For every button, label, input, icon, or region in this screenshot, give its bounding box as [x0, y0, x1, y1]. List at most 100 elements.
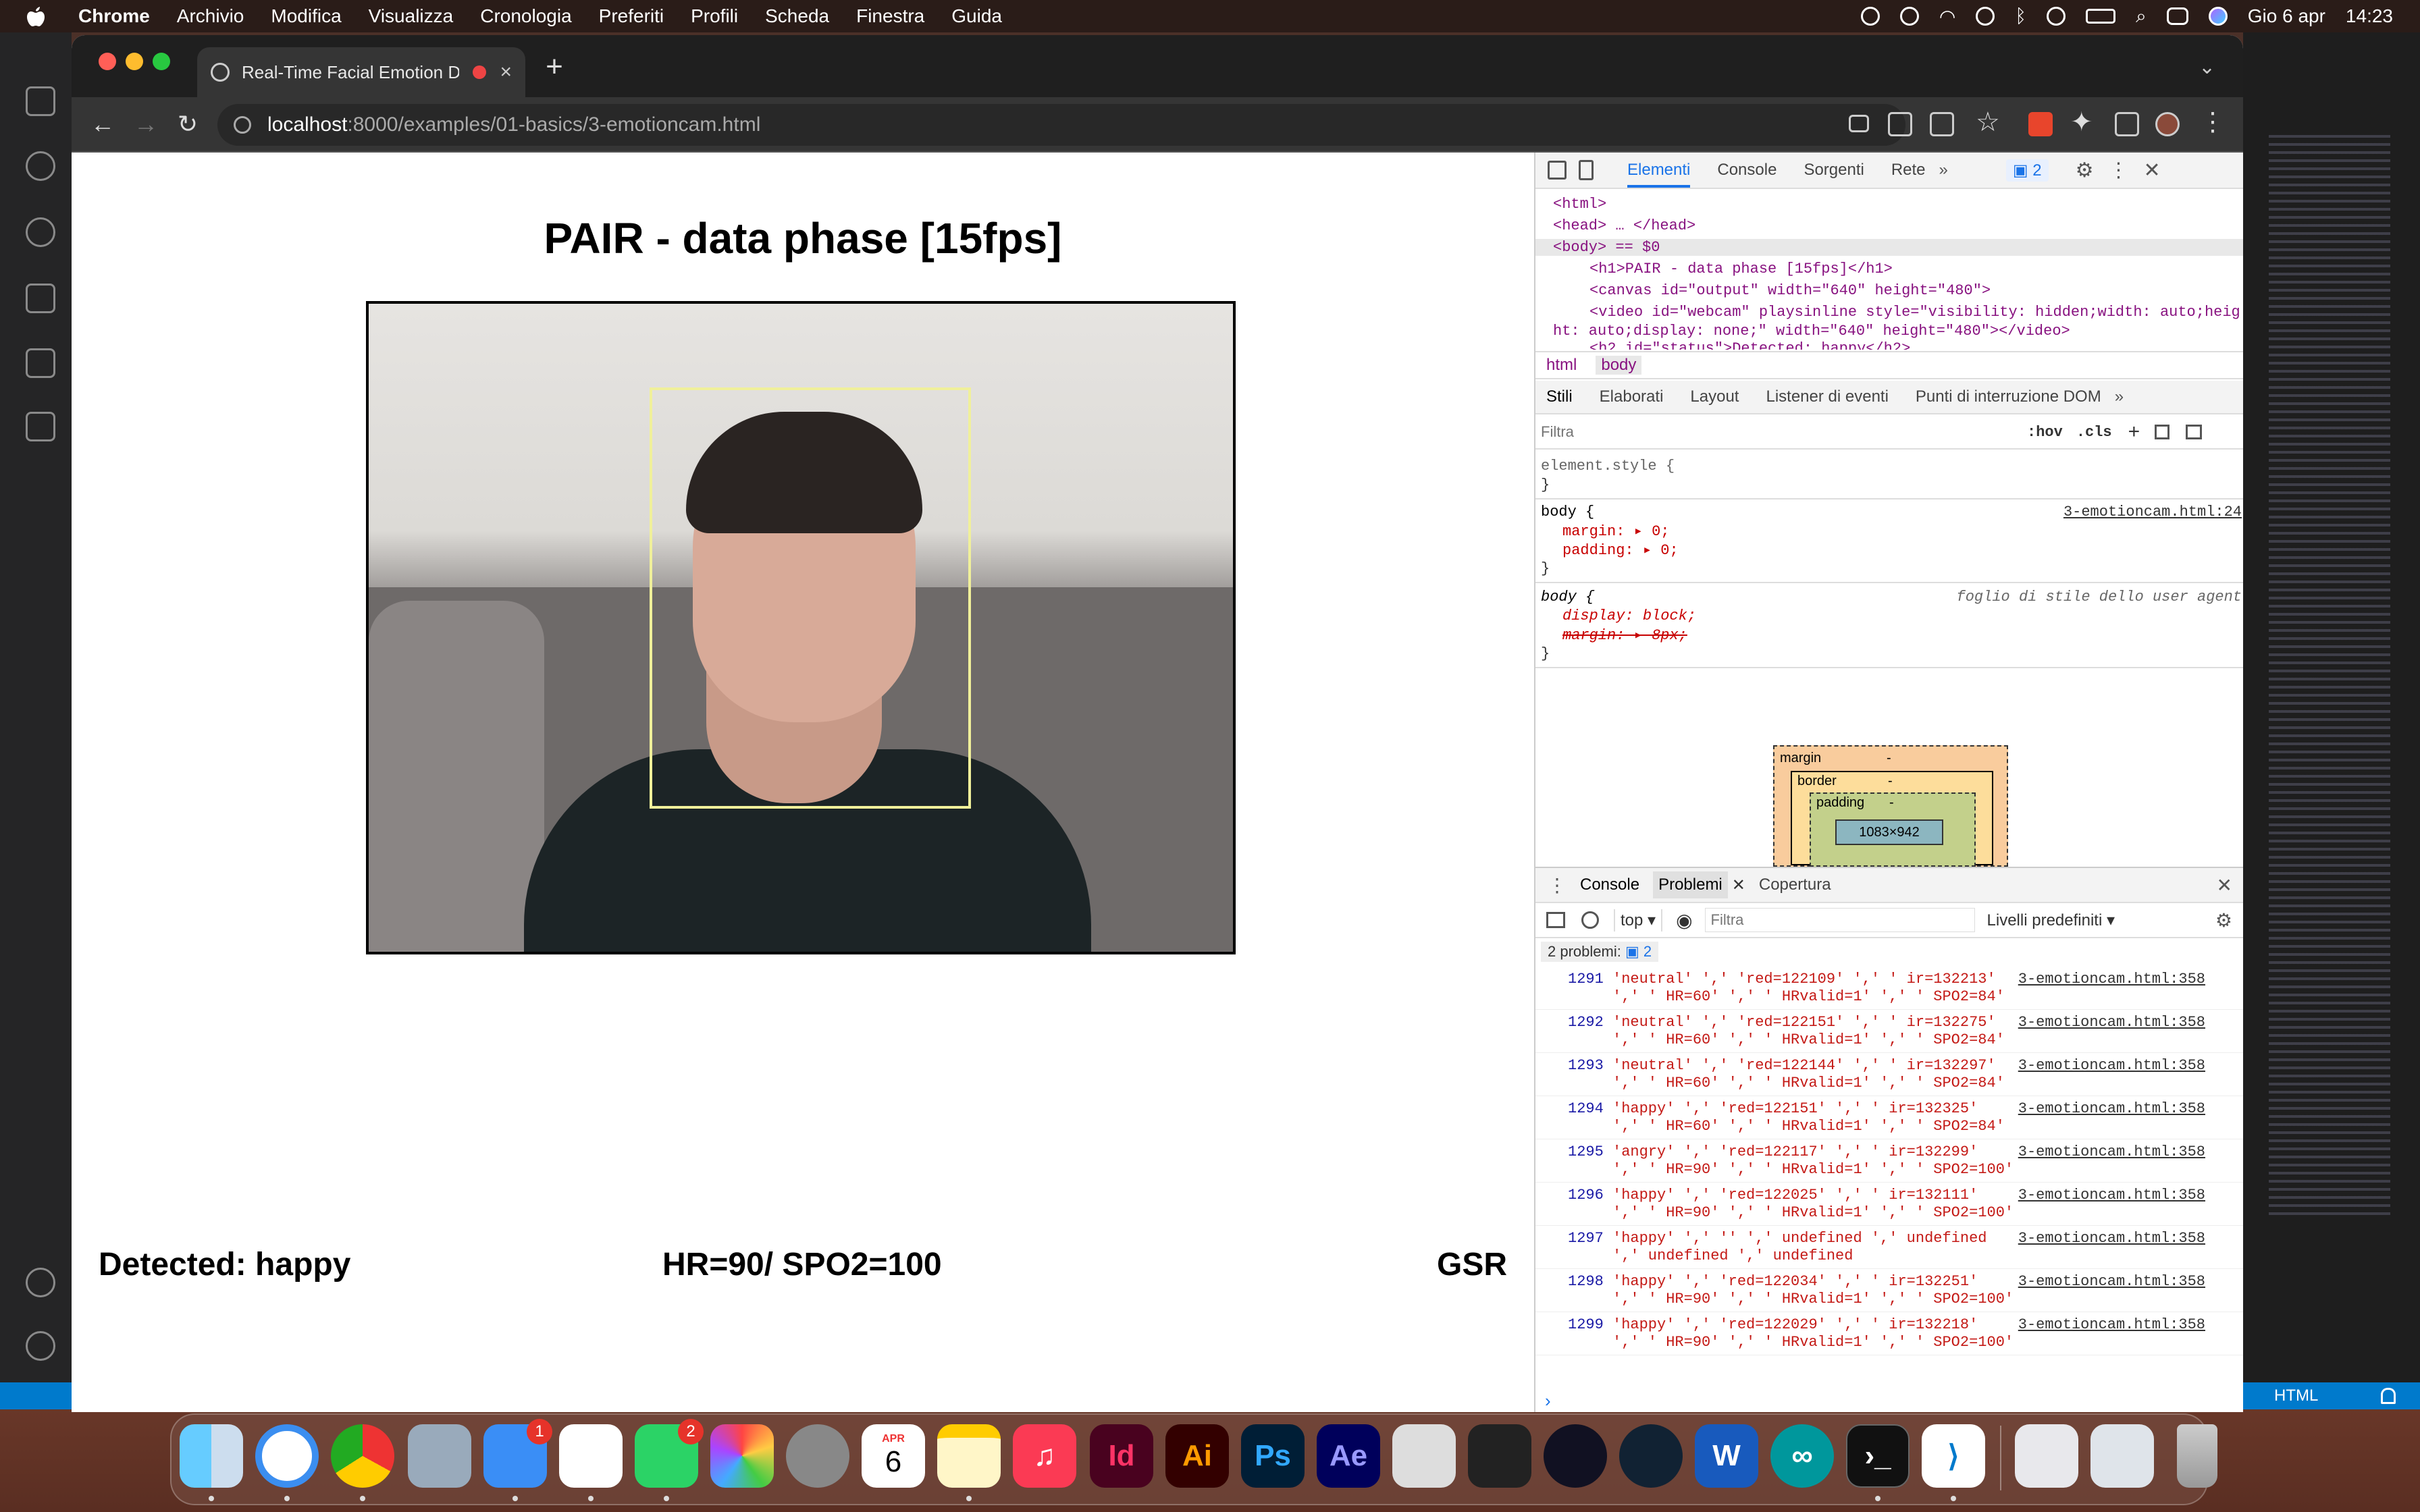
notes-icon[interactable] [937, 1424, 1001, 1488]
menu-scheda[interactable]: Scheda [765, 5, 829, 27]
console-log-row[interactable]: 1292 'neutral' ',' 'red=122151' ',' ' ir=… [1535, 1010, 2243, 1053]
close-devtools-icon[interactable]: ✕ [2144, 159, 2161, 182]
drawer-tab-problemi[interactable]: Problemi [1653, 871, 1728, 898]
log-source-link[interactable]: 3-emotioncam.html:358 [2018, 1273, 2205, 1290]
menubar-date[interactable]: Gio 6 apr [2248, 5, 2325, 27]
log-source-link[interactable]: 3-emotioncam.html:358 [2018, 1230, 2205, 1247]
subtab-listener[interactable]: Listener di eventi [1766, 387, 1888, 406]
context-select[interactable]: top ▾ [1614, 909, 1663, 932]
console-log-row[interactable]: 1295 'angry' ',' 'red=122117' ',' ' ir=13… [1535, 1139, 2243, 1183]
subtab-stili[interactable]: Stili [1546, 387, 1573, 406]
console-filter-input[interactable] [1704, 908, 1975, 932]
subtab-layout[interactable]: Layout [1690, 387, 1739, 406]
illustrator-icon[interactable]: Ai [1165, 1424, 1229, 1488]
extensions-icon[interactable] [26, 412, 55, 441]
close-drawer-icon[interactable]: ✕ [2217, 874, 2232, 896]
dom-node-body-selected[interactable]: <body> == $0 [1535, 239, 2243, 256]
console-settings-gear-icon[interactable]: ⚙ [2215, 909, 2232, 932]
menu-cronologia[interactable]: Cronologia [480, 5, 571, 27]
word-icon[interactable]: W [1695, 1424, 1758, 1488]
reload-button[interactable]: ↻ [170, 107, 205, 142]
extension-record-icon[interactable] [2028, 112, 2053, 136]
tab-search-chevron-icon[interactable]: ⌄ [2199, 55, 2215, 79]
subtab-breakpoints[interactable]: Punti di interruzione DOM [1916, 387, 2101, 406]
photoshop-icon[interactable]: Ps [1241, 1424, 1305, 1488]
whatsapp-icon[interactable]: 2 [635, 1419, 704, 1488]
notifications-bell-icon[interactable] [2381, 1388, 2396, 1404]
address-bar[interactable]: localhost :8000/examples/01-basics/3-emo… [217, 104, 1905, 146]
console-log-row[interactable]: 1293 'neutral' ',' 'red=122144' ',' ' ir=… [1535, 1053, 2243, 1096]
menu-guida[interactable]: Guida [951, 5, 1002, 27]
new-rule-plus-icon[interactable]: + [2128, 421, 2140, 443]
issues-badge[interactable]: ▣ 2 [2005, 159, 2049, 182]
account-icon[interactable] [26, 1268, 55, 1297]
explorer-icon[interactable] [26, 86, 55, 116]
sidebar-show-icon[interactable] [1546, 912, 1565, 928]
search-icon[interactable] [26, 151, 55, 181]
dom-node-h1[interactable]: <h1>PAIR - data phase [15fps]</h1> [1589, 261, 1893, 277]
system-settings-icon[interactable] [786, 1424, 849, 1488]
now-playing-icon[interactable] [2047, 7, 2066, 26]
extensions-puzzle-icon[interactable]: ✦ [2070, 107, 2093, 138]
breadcrumb-html[interactable]: html [1546, 356, 1577, 375]
control-center-icon[interactable] [2166, 7, 2188, 25]
padding-declaration[interactable]: padding: ▸ 0; [1562, 541, 1679, 559]
log-source-link[interactable]: 3-emotioncam.html:358 [2018, 1014, 2205, 1031]
spotlight-search-icon[interactable]: ⌕ [2136, 5, 2147, 28]
sidebar-toggle-icon[interactable] [2186, 425, 2203, 439]
chrome-icon[interactable] [331, 1424, 394, 1488]
trash-icon[interactable] [2177, 1424, 2217, 1488]
live-expression-eye-icon[interactable]: ◉ [1676, 909, 1692, 932]
menubar-time[interactable]: 14:23 [2346, 5, 2393, 27]
device-toolbar-icon[interactable] [1579, 160, 1594, 180]
drawer-menu-icon[interactable]: ⋮ [1548, 874, 1567, 896]
remote-explorer-icon[interactable] [26, 348, 55, 378]
more-tabs-chevron-icon[interactable]: » [1939, 161, 1948, 180]
safari-icon[interactable] [255, 1424, 319, 1488]
more-subtabs-chevron-icon[interactable]: » [2115, 387, 2124, 406]
box-model-margin-value[interactable]: - [1887, 751, 1891, 766]
hov-toggle[interactable]: :hov [2027, 424, 2063, 441]
menu-finestra[interactable]: Finestra [856, 5, 924, 27]
log-source-link[interactable]: 3-emotioncam.html:358 [2018, 1057, 2205, 1074]
console-log-row[interactable]: 1298 'happy' ',' 'red=122034' ',' ' ir=13… [1535, 1269, 2243, 1312]
close-window-button[interactable] [99, 53, 116, 70]
creative-cloud-icon[interactable] [1899, 7, 1919, 26]
cls-toggle[interactable]: .cls [2076, 424, 2112, 441]
console-log-row[interactable]: 1297 'happy' ',' '' ',' undefined ',' und… [1535, 1226, 2243, 1269]
minimize-window-button[interactable] [126, 53, 143, 70]
tab-sorgenti[interactable]: Sorgenti [1804, 161, 1864, 180]
devtools-menu-icon[interactable]: ⋮ [2109, 159, 2129, 182]
after-effects-icon[interactable]: Ae [1317, 1424, 1380, 1488]
vscode-minimap[interactable] [2269, 135, 2390, 1215]
calendar-icon[interactable]: APR 6 [862, 1424, 925, 1488]
body-rule-selector[interactable]: body { [1541, 504, 1594, 520]
menu-app-chrome[interactable]: Chrome [78, 5, 150, 27]
arduino-icon[interactable]: ∞ [1770, 1424, 1834, 1488]
wifi-icon[interactable]: ◠ [1939, 5, 1955, 28]
apple-menu-icon[interactable] [26, 4, 46, 28]
mail-icon[interactable]: 1 [483, 1419, 552, 1488]
styles-filter-input[interactable] [1541, 420, 2014, 444]
console-prompt-icon[interactable]: › [1545, 1390, 1551, 1411]
chrome-menu-icon[interactable]: ⋮ [2200, 107, 2226, 137]
dom-node-video[interactable]: <video id="webcam" playsinline style="vi… [1589, 304, 2240, 321]
dom-node-html[interactable]: <html> [1553, 196, 1606, 213]
cinema4d-icon[interactable] [1544, 1424, 1607, 1488]
back-button[interactable]: ← [85, 107, 120, 142]
problems-summary[interactable]: 2 problemi: ▣ 2 [1541, 942, 1659, 962]
box-model-border-value[interactable]: - [1888, 774, 1893, 789]
dom-node-head[interactable]: <head> … </head> [1553, 217, 1695, 234]
profile-avatar[interactable] [2155, 112, 2180, 136]
settings-gear-icon[interactable]: ⚙ [2076, 159, 2094, 182]
tab-console[interactable]: Console [1717, 161, 1777, 180]
slack-icon[interactable] [559, 1424, 623, 1488]
dom-node-canvas[interactable]: <canvas id="output" width="640" height="… [1589, 282, 1991, 299]
box-model-content-size[interactable]: 1083×942 [1835, 819, 1943, 845]
site-info-icon[interactable] [234, 116, 251, 134]
element-style-selector[interactable]: element.style { [1541, 458, 1675, 475]
siri-icon[interactable] [2208, 7, 2228, 26]
box-model-padding-value[interactable]: - [1889, 795, 1894, 811]
menu-visualizza[interactable]: Visualizza [369, 5, 454, 27]
console-log-row[interactable]: 1294 'happy' ',' 'red=122151' ',' ' ir=13… [1535, 1096, 2243, 1139]
